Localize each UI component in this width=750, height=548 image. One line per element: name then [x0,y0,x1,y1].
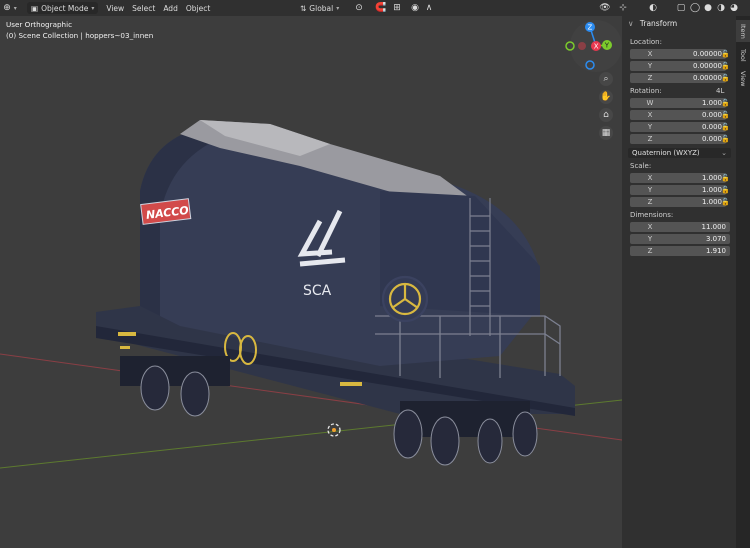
bogie-right [393,401,538,466]
material-shading-button[interactable]: ◑ [714,2,728,14]
mode-label: Object Mode [41,3,89,13]
tab-item[interactable]: Item [736,20,750,42]
rotation-4l-toggle[interactable]: 4L [716,87,724,95]
dimensions-z-field[interactable]: Z 1.910 [630,246,730,256]
svg-text:X: X [594,43,599,51]
rendered-shading-button[interactable]: ◕ [727,2,741,14]
location-label: Location: [630,38,662,46]
gizmo-toggle-button[interactable]: ⊹ [616,2,630,14]
transform-title: Transform [639,19,678,28]
lock-icon[interactable]: 🔓 [721,62,730,70]
chevron-down-icon: ▾ [91,4,95,12]
rotation-label: Rotation: [630,87,662,95]
chevron-down-icon: ∨ [628,19,634,28]
3d-cursor-icon [327,423,341,437]
svg-text:SCA: SCA [303,283,332,299]
svg-text:Y: Y [604,42,610,50]
mode-dropdown[interactable]: ▣ Object Mode ▾ [27,2,99,14]
orientation-dropdown[interactable]: ⇅ Global ▾ [300,2,339,14]
dimensions-x-field[interactable]: X 11.000 [630,222,730,232]
lock-icon[interactable]: 🔓 [721,186,730,194]
viewport-header: ⊕ ▾ ▣ Object Mode ▾ View Select Add Objec… [0,0,750,16]
pan-hand-icon[interactable]: ✋ [599,90,613,104]
navigation-gizmo: Z Y X [565,20,622,72]
scene-canvas: NACCO SCA Z Y X [0,20,622,469]
visibility-button[interactable]: 👁 [598,2,612,14]
lock-icon[interactable]: 🔓 [721,174,730,182]
location-z-field[interactable]: Z 0.00000 [630,73,726,83]
handwheel-end [381,275,429,323]
snap-target-button[interactable]: ⊞ [390,2,404,14]
pivot-point-button[interactable]: ⊙ [352,2,366,14]
lock-icon[interactable]: 🔓 [721,99,730,107]
menu-view[interactable]: View [106,2,124,14]
rotation-w-field[interactable]: W 1.000 [630,98,726,108]
sidebar-tabs: Item Tool View [736,16,750,548]
dimensions-label: Dimensions: [630,211,674,219]
snap-toggle-button[interactable]: 🧲 [374,2,388,14]
collection-path: (0) Scene Collection | hoppers~03_innen [6,31,154,40]
orientation-icon: ⇅ [300,3,307,13]
lock-icon[interactable]: 🔓 [721,111,730,119]
rotation-mode-label: Quaternion (WXYZ) [632,149,700,157]
view-name: User Orthographic [6,20,73,29]
lock-icon[interactable]: 🔓 [721,50,730,58]
overlays-button[interactable]: ◐ [646,2,660,14]
rotation-z-field[interactable]: Z 0.000 [630,134,726,144]
editor-type-button[interactable]: ⊕ ▾ [3,2,17,14]
tab-view[interactable]: View [736,68,750,90]
location-y-field[interactable]: Y 0.00000 [630,61,726,71]
orientation-label: Global [309,3,334,13]
scale-x-field[interactable]: X 1.000 [630,173,726,183]
location-x-field[interactable]: X 0.00000 [630,49,726,59]
chevron-down-icon: ⌄ [721,149,727,157]
lock-icon[interactable]: 🔓 [721,135,730,143]
lock-icon[interactable]: 🔓 [721,198,730,206]
scale-y-field[interactable]: Y 1.000 [630,185,726,195]
grid-icon[interactable]: ▦ [599,126,613,140]
transform-header[interactable]: ∨ Transform [628,19,677,28]
proportional-edit-button[interactable]: ◉ [408,2,422,14]
3d-viewport[interactable]: NACCO SCA Z Y X User Orthographic (0) Sc… [0,16,622,548]
rotation-x-field[interactable]: X 0.000 [630,110,726,120]
solid-shading-button[interactable]: ● [701,2,715,14]
svg-text:Z: Z [588,24,593,32]
dimensions-y-field[interactable]: Y 3.070 [630,234,730,244]
menu-object[interactable]: Object [186,2,210,14]
wireframe-shading-button[interactable]: ◯ [688,2,702,14]
bogie-left [120,356,230,417]
menu-select[interactable]: Select [132,2,155,14]
sidebar-n-panel: ∨ Transform Location: X 0.00000 🔓 Y 0.0000… [622,16,736,548]
lock-icon[interactable]: 🔓 [721,123,730,131]
menu-add[interactable]: Add [163,2,178,14]
falloff-button[interactable]: ∧ [422,2,436,14]
camera-icon[interactable]: ⌂ [599,108,613,122]
xray-button[interactable]: ▢ [674,2,688,14]
scale-z-field[interactable]: Z 1.000 [630,197,726,207]
rotation-mode-dropdown[interactable]: Quaternion (WXYZ) ⌄ [628,148,731,158]
scale-label: Scale: [630,162,652,170]
zoom-icon[interactable]: ⌕ [599,72,613,86]
lock-icon[interactable]: 🔓 [721,74,730,82]
editor-type-icon: ⊕ [3,3,11,13]
object-mode-icon: ▣ [31,3,39,13]
rotation-y-field[interactable]: Y 0.000 [630,122,726,132]
tab-tool[interactable]: Tool [736,44,750,66]
